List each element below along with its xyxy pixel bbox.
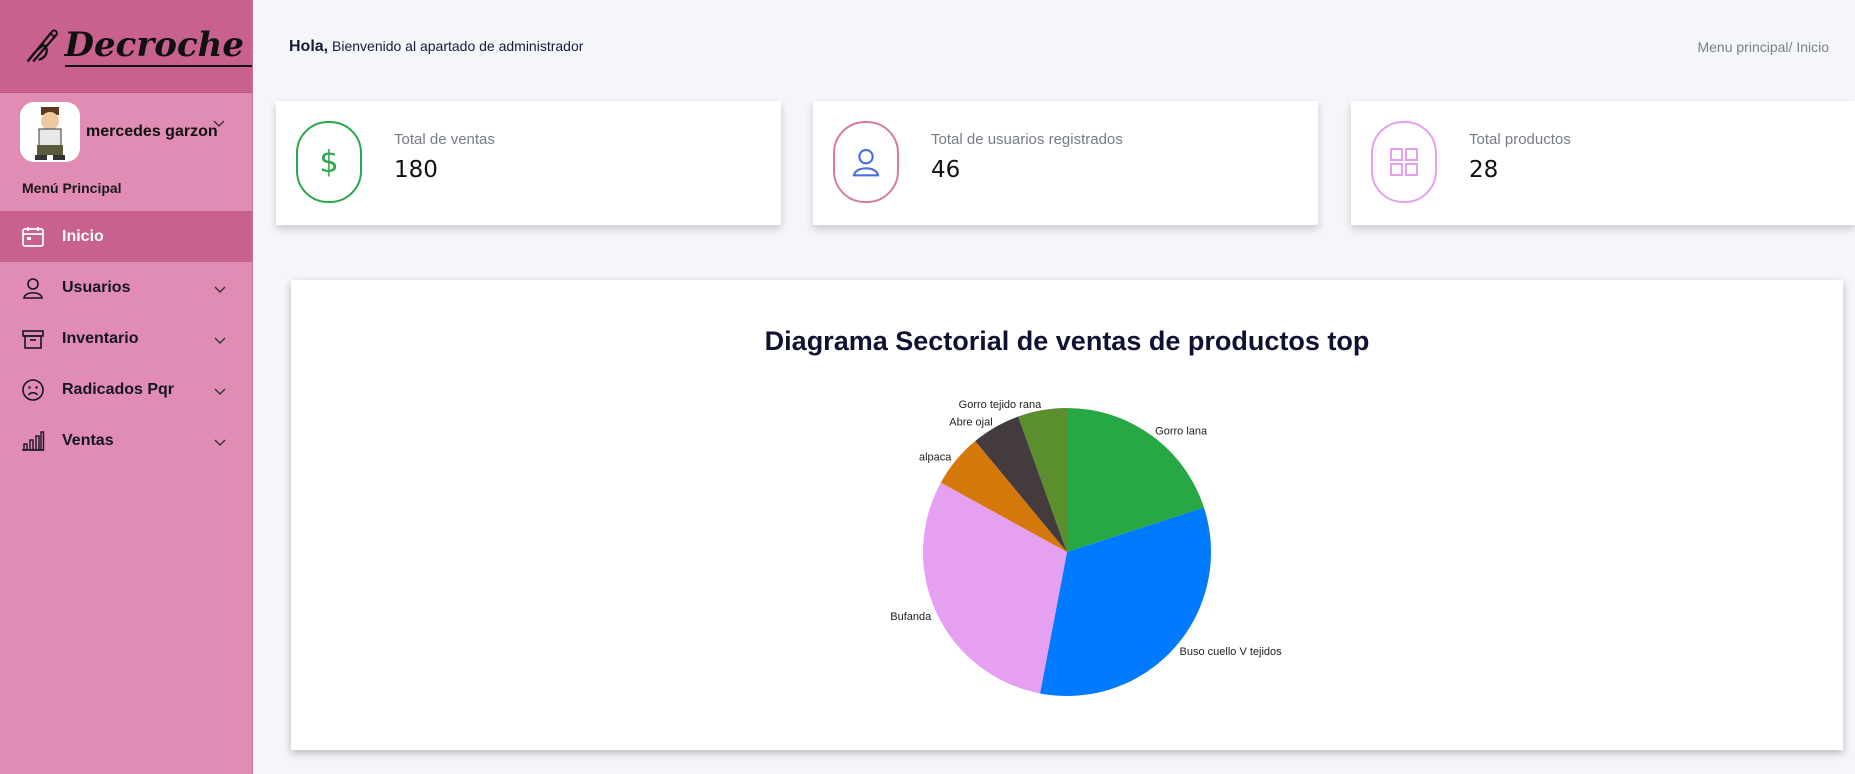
chevron-down-icon[interactable] xyxy=(213,120,225,128)
greeting-bold: Hola, xyxy=(289,38,329,55)
welcome-message: Hola, Bienvenido al apartado de administ… xyxy=(289,38,583,56)
sidebar-item-label: Inicio xyxy=(62,227,104,245)
card-label: Total productos xyxy=(1469,131,1571,148)
slice-label: Buso cuello V tejidos xyxy=(1180,646,1283,658)
sidebar-nav: Inicio Usuarios Inventario Radicados Pqr xyxy=(0,211,252,466)
chevron-down-icon xyxy=(214,439,226,446)
sad-face-icon xyxy=(20,377,46,403)
sidebar-item-usuarios[interactable]: Usuarios xyxy=(0,262,252,313)
pie-chart: Gorro lana Buso cuello V tejidos Bufanda al… xyxy=(890,399,1283,696)
slice-label: Abre ojal xyxy=(949,417,992,429)
sidebar: Decroche mercedes garzon Menú Principal … xyxy=(0,0,253,774)
sidebar-item-inventario[interactable]: Inventario xyxy=(0,313,252,364)
breadcrumb: Menu principal/ Inicio xyxy=(1697,39,1829,55)
sidebar-item-label: Usuarios xyxy=(62,278,131,296)
card-label: Total de ventas xyxy=(394,131,495,148)
slice-label: alpaca xyxy=(919,451,952,463)
slice-label: Gorro lana xyxy=(1155,426,1208,438)
stat-card-ventas: $ Total de ventas 180 xyxy=(276,101,781,225)
greeting-text: Bienvenido al apartado de administrador xyxy=(328,38,584,54)
bar-chart-icon xyxy=(20,428,46,454)
user-icon xyxy=(833,121,899,203)
dollar-icon: $ xyxy=(296,121,362,203)
slice-label: Bufanda xyxy=(890,611,932,623)
card-label: Total de usuarios registrados xyxy=(931,131,1123,148)
breadcrumb-current: Inicio xyxy=(1796,39,1829,55)
user-name: mercedes garzon xyxy=(86,123,218,140)
card-value: 180 xyxy=(394,157,438,183)
stat-card-usuarios: Total de usuarios registrados 46 xyxy=(813,101,1318,225)
user-icon xyxy=(20,275,46,301)
sidebar-item-label: Ventas xyxy=(62,431,114,449)
sidebar-item-label: Inventario xyxy=(62,329,139,347)
slice-label: Gorro tejido rana xyxy=(959,399,1042,411)
avatar xyxy=(20,102,80,162)
grid-icon xyxy=(1371,121,1437,203)
chart-panel: Diagrama Sectorial de ventas de producto… xyxy=(291,280,1843,750)
brand-bar: Decroche xyxy=(0,0,252,93)
stat-card-productos: Total productos 28 xyxy=(1351,101,1855,225)
user-profile[interactable]: mercedes garzon xyxy=(20,100,235,164)
sidebar-item-radicados-pqr[interactable]: Radicados Pqr xyxy=(0,364,252,415)
sidebar-item-ventas[interactable]: Ventas xyxy=(0,415,252,466)
crochet-logo-icon xyxy=(26,29,58,63)
menu-section-title: Menú Principal xyxy=(22,180,122,196)
calendar-icon xyxy=(20,224,46,250)
archive-box-icon xyxy=(20,326,46,352)
chevron-down-icon xyxy=(214,337,226,344)
breadcrumb-parent[interactable]: Menu principal/ xyxy=(1697,39,1792,55)
brand-name[interactable]: Decroche xyxy=(64,25,252,67)
chevron-down-icon xyxy=(214,286,226,293)
sidebar-item-inicio[interactable]: Inicio xyxy=(0,211,252,262)
chevron-down-icon xyxy=(214,388,226,395)
sidebar-item-label: Radicados Pqr xyxy=(62,380,175,398)
card-value: 46 xyxy=(931,157,961,183)
card-value: 28 xyxy=(1469,157,1499,183)
